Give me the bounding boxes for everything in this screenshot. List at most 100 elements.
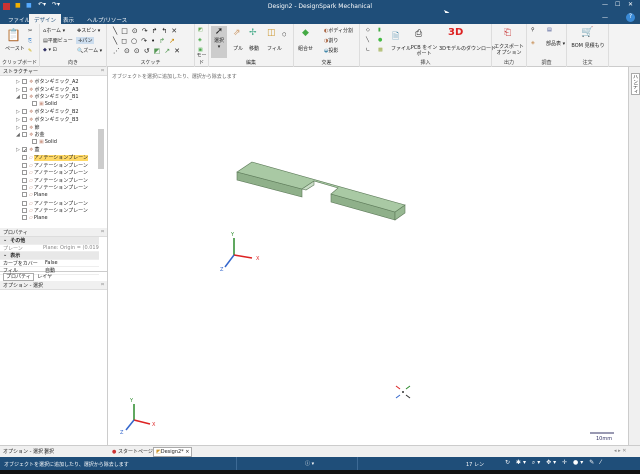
export-options-button[interactable]: エクスポートオプション	[494, 44, 524, 56]
minimize-button[interactable]: —	[602, 1, 608, 8]
3d-download-button[interactable]: 3Dモデルのダウンロード	[439, 45, 496, 52]
origin-icon[interactable]: ∟	[366, 47, 370, 53]
model-body[interactable]	[236, 161, 406, 221]
visibility-checkbox[interactable]	[22, 170, 27, 176]
pcb-import-button[interactable]: PCB をインポート	[410, 45, 438, 57]
close-button[interactable]: ✕	[628, 1, 633, 8]
pan-button[interactable]: ✛パン	[76, 37, 95, 44]
view-cube-button[interactable]: ◆ ▾ ⊡	[43, 47, 57, 53]
maximize-button[interactable]: ☐	[615, 1, 620, 8]
combine-icon[interactable]: ◆	[302, 28, 309, 38]
tree-item[interactable]: ▱アノテーションプレーン	[0, 169, 107, 177]
visibility-checkbox[interactable]	[22, 185, 27, 191]
split-button[interactable]: ◑割り	[324, 37, 338, 44]
section-mode-icon[interactable]: ◈	[198, 37, 202, 43]
tab-options-select[interactable]: オプション - 選択	[3, 448, 46, 455]
measure-icon[interactable]: ⚲	[531, 27, 535, 33]
tree-item[interactable]: ▱アノテーションプレーン	[0, 177, 107, 185]
split-body-button[interactable]: ◐ボディ分割	[324, 27, 353, 34]
section-expander[interactable]: ⌄	[0, 252, 7, 259]
visibility-checkbox[interactable]	[22, 109, 27, 115]
combine-button[interactable]: 組合せ	[298, 45, 313, 52]
visibility-checkbox[interactable]	[32, 138, 37, 144]
pin-icon[interactable]: ⌗	[101, 68, 104, 74]
property-value[interactable]: Plane: Origin = (0.0192	[40, 245, 99, 252]
tab-select[interactable]: 選択	[44, 448, 54, 455]
tree-item[interactable]: ▣Solid	[0, 138, 107, 147]
cut-icon[interactable]: ✂	[28, 28, 32, 34]
tab-help-resources[interactable]: ヘルプ/リソース	[82, 14, 132, 24]
tree-item[interactable]: ▱アノテーションプレーン	[0, 162, 107, 170]
help-icon[interactable]: ?	[626, 13, 635, 22]
doc-tab-start-page[interactable]: ● スタートページ	[110, 447, 155, 456]
property-value[interactable]: False	[42, 260, 58, 267]
visibility-checkbox[interactable]	[22, 79, 27, 84]
side-tab[interactable]: ハンディ	[631, 73, 640, 95]
cylinder-icon[interactable]: ▮	[378, 27, 381, 33]
tree-scrollbar[interactable]	[98, 129, 104, 169]
tab-view[interactable]: 表示	[58, 14, 79, 24]
visibility-checkbox[interactable]	[22, 191, 27, 197]
shell-icon[interactable]: ▩	[378, 47, 383, 53]
visibility-checkbox[interactable]	[22, 124, 27, 130]
pull-button[interactable]: プル	[233, 45, 243, 52]
move-button[interactable]: 移動	[249, 45, 259, 52]
visibility-checkbox[interactable]	[22, 214, 27, 220]
visibility-checkbox[interactable]	[22, 200, 27, 206]
tree-item[interactable]: ▷ ❖ボタンギミック_B3	[0, 116, 107, 124]
pull-icon[interactable]: ⇗	[233, 28, 241, 38]
tree-item[interactable]: ▱Plane	[0, 214, 107, 223]
sketch-tools-row1[interactable]: ╲□⊙↷↱↰✕	[113, 27, 181, 35]
pin-icon[interactable]: ⌗	[101, 229, 104, 235]
project-button[interactable]: ◒投影	[324, 47, 338, 54]
visibility-checkbox[interactable]	[22, 208, 27, 214]
tree-item[interactable]: ▷ ❖節	[0, 124, 107, 132]
visibility-checkbox[interactable]	[22, 162, 27, 168]
cart-icon[interactable]: 🛒	[581, 27, 593, 38]
sketch-mode-icon[interactable]: ◩	[198, 27, 203, 33]
close-tab-icon[interactable]: ×	[185, 449, 189, 455]
tree-item[interactable]: ▣Solid	[0, 100, 107, 109]
home-button[interactable]: ⌂ホーム ▾	[43, 27, 65, 34]
info-dropdown[interactable]: ⓘ ▾	[305, 460, 314, 467]
tree-item[interactable]: ▱アノテーションプレーン	[0, 154, 107, 162]
tree-item[interactable]: ▱アノテーションプレーン	[0, 207, 107, 215]
fill-icon[interactable]: ◫	[267, 28, 276, 38]
pcb-import-icon[interactable]: ⎙	[415, 29, 422, 39]
visibility-checkbox[interactable]	[22, 177, 27, 183]
copy-icon[interactable]: ⎘	[28, 38, 32, 44]
ribbon-minimize-button[interactable]: —	[602, 14, 608, 21]
sphere-icon[interactable]: ●	[378, 37, 382, 43]
visibility-checkbox[interactable]	[22, 132, 27, 138]
sketch-tools-row2[interactable]: ╲◻○↷•↱↗	[113, 37, 179, 45]
3d-viewport[interactable]: オブジェクトを選択に追加したり、選択から除去します Y X Z Y X Z 10…	[109, 67, 628, 445]
spin-button[interactable]: ✥スピン ▾	[77, 27, 100, 34]
plane-icon[interactable]: ◇	[366, 27, 370, 33]
visibility-checkbox[interactable]: ✓	[22, 147, 27, 154]
tab-scroll-controls[interactable]: ◂ ▸ ✕	[614, 448, 626, 454]
visibility-checkbox[interactable]	[22, 86, 27, 92]
pin-icon[interactable]: ⌗	[101, 282, 104, 288]
parts-list-icon[interactable]: ▤	[547, 27, 552, 33]
tree-item[interactable]: ▷ ❖ボタンギミック_B2	[0, 108, 107, 116]
tree-item[interactable]: ▱アノテーションプレーン	[0, 200, 107, 208]
tab-properties[interactable]: プロパティ	[3, 273, 34, 281]
section-expander[interactable]: ⌄	[0, 237, 7, 244]
check-icon[interactable]: ◈	[531, 40, 535, 46]
sketch-tools-row3[interactable]: ⋰⊙⊙↺◩↗✕	[113, 47, 184, 55]
3d-download-icon[interactable]: 3D	[448, 27, 463, 38]
axis-icon[interactable]: ╲	[366, 37, 369, 43]
file-insert-icon[interactable]: 🗎	[392, 29, 399, 45]
bom-quote-button[interactable]: BOM 見積もり	[570, 43, 606, 49]
tree-item[interactable]: ▷ ❖ボタンギミック_A3	[0, 86, 107, 94]
file-insert-button[interactable]: ファイル	[391, 45, 411, 52]
visibility-checkbox[interactable]	[22, 116, 27, 122]
visibility-checkbox[interactable]	[22, 94, 27, 100]
doc-tab-design2[interactable]: ◩Design2* ×	[153, 447, 193, 457]
tree-item[interactable]: ◢ ❖ボタンギミック_B1	[0, 93, 107, 101]
status-view-tools[interactable]: ↻ ✱▾ ⌕▾ ✥▾ ✛ ●▾ ✎ ⁄	[505, 459, 603, 467]
export-icon[interactable]: ⎗	[504, 28, 511, 38]
tree-item[interactable]: ◢ ❖お金	[0, 131, 107, 139]
fill-button[interactable]: フィル	[267, 45, 282, 52]
tree-item[interactable]: ▱アノテーションプレーン	[0, 184, 107, 192]
